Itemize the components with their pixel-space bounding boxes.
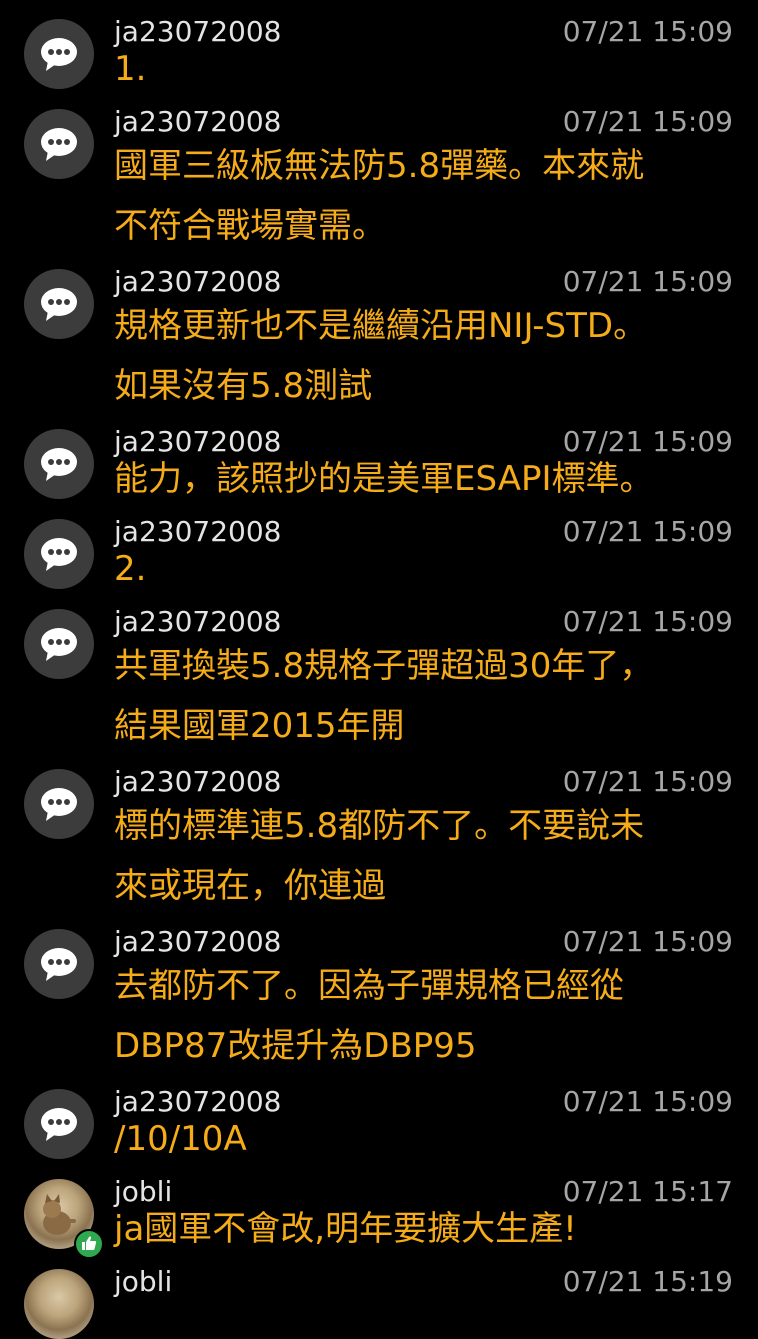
- comment-username[interactable]: ja23072008: [114, 1086, 281, 1118]
- comment-timestamp: 07/21 15:19: [562, 1265, 733, 1298]
- comment-username[interactable]: ja23072008: [114, 266, 281, 298]
- message-line: 2.: [114, 549, 147, 589]
- comment-timestamp: 07/21 15:09: [562, 1085, 733, 1118]
- message-line: 如果沒有5.8測試: [114, 366, 373, 406]
- comment-username[interactable]: ja23072008: [114, 926, 281, 958]
- comment-username[interactable]: jobli: [114, 1266, 172, 1298]
- user-avatar[interactable]: [24, 769, 94, 839]
- comment-message: 去都防不了。因為子彈規格已經從 DBP87改提升為DBP95: [114, 956, 734, 1076]
- comment-message: 能力，該照抄的是美軍ESAPI標準。: [114, 456, 734, 502]
- comment-message: 2.: [114, 546, 734, 592]
- comment-username[interactable]: ja23072008: [114, 766, 281, 798]
- user-avatar[interactable]: [24, 609, 94, 679]
- comment-feed: ja23072008 07/21 15:09 1. ja23072008 07/…: [0, 0, 758, 1339]
- comment-username[interactable]: jobli: [114, 1176, 172, 1208]
- comment-message: 國軍三級板無法防5.8彈藥。本來就 不符合戰場實需。: [114, 136, 734, 256]
- chat-bubble-icon: [41, 538, 77, 571]
- user-avatar[interactable]: [24, 1089, 94, 1159]
- chat-bubble-icon: [41, 948, 77, 981]
- message-line: DBP87改提升為DBP95: [114, 1026, 477, 1066]
- comment-message: 規格更新也不是繼續沿用NIJ-STD。 如果沒有5.8測試: [114, 296, 734, 416]
- user-avatar[interactable]: [24, 109, 94, 179]
- comment-timestamp: 07/21 15:09: [562, 265, 733, 298]
- comment-message: /10/10A: [114, 1116, 734, 1162]
- comment-timestamp: 07/21 15:09: [562, 605, 733, 638]
- comment-timestamp: 07/21 15:09: [562, 925, 733, 958]
- message-line: ja國軍不會改,明年要擴大生產!: [114, 1209, 577, 1249]
- message-line: 結果國軍2015年開: [114, 706, 405, 746]
- message-line: 國軍三級板無法防5.8彈藥。本來就: [114, 146, 645, 186]
- chat-bubble-icon: [41, 1108, 77, 1141]
- message-line: /10/10A: [114, 1119, 247, 1159]
- comment-timestamp: 07/21 15:09: [562, 515, 733, 548]
- comment-username[interactable]: ja23072008: [114, 106, 281, 138]
- like-badge: [74, 1229, 104, 1259]
- message-line: 共軍換裝5.8規格子彈超過30年了，: [114, 646, 654, 686]
- user-avatar[interactable]: [24, 269, 94, 339]
- message-line: 去都防不了。因為子彈規格已經從: [114, 966, 624, 1006]
- comment-timestamp: 07/21 15:09: [562, 105, 733, 138]
- chat-bubble-icon: [41, 448, 77, 481]
- comment-message: ja國軍不會改,明年要擴大生產!: [114, 1206, 734, 1252]
- message-line: 來或現在，你連過: [114, 866, 386, 906]
- message-line: 標的標準連5.8都防不了。不要說未: [114, 806, 645, 846]
- chat-bubble-icon: [41, 128, 77, 161]
- comment-timestamp: 07/21 15:09: [562, 15, 733, 48]
- thumbs-up-icon: [82, 1236, 97, 1250]
- comment-username[interactable]: ja23072008: [114, 606, 281, 638]
- message-line: 不符合戰場實需。: [114, 206, 386, 246]
- user-avatar[interactable]: [24, 519, 94, 589]
- comment-timestamp: 07/21 15:09: [562, 765, 733, 798]
- message-line: 能力，該照抄的是美軍ESAPI標準。: [114, 459, 654, 499]
- message-line: 規格更新也不是繼續沿用NIJ-STD。: [114, 306, 648, 346]
- comment-message: 共軍換裝5.8規格子彈超過30年了， 結果國軍2015年開: [114, 636, 734, 756]
- chat-bubble-icon: [41, 38, 77, 71]
- message-line: 1.: [114, 49, 147, 89]
- user-avatar[interactable]: [24, 929, 94, 999]
- comment-message: 1.: [114, 46, 734, 92]
- comment-timestamp: 07/21 15:09: [562, 425, 733, 458]
- user-avatar[interactable]: [24, 1179, 104, 1259]
- comment-username[interactable]: ja23072008: [114, 16, 281, 48]
- user-avatar[interactable]: [24, 429, 94, 499]
- comment-username[interactable]: ja23072008: [114, 426, 281, 458]
- chat-bubble-icon: [41, 628, 77, 661]
- chat-bubble-icon: [41, 288, 77, 321]
- chat-bubble-icon: [41, 788, 77, 821]
- user-avatar[interactable]: [24, 19, 94, 89]
- comment-timestamp: 07/21 15:17: [562, 1175, 733, 1208]
- comment-message: 標的標準連5.8都防不了。不要說未 來或現在，你連過: [114, 796, 734, 916]
- comment-username[interactable]: ja23072008: [114, 516, 281, 548]
